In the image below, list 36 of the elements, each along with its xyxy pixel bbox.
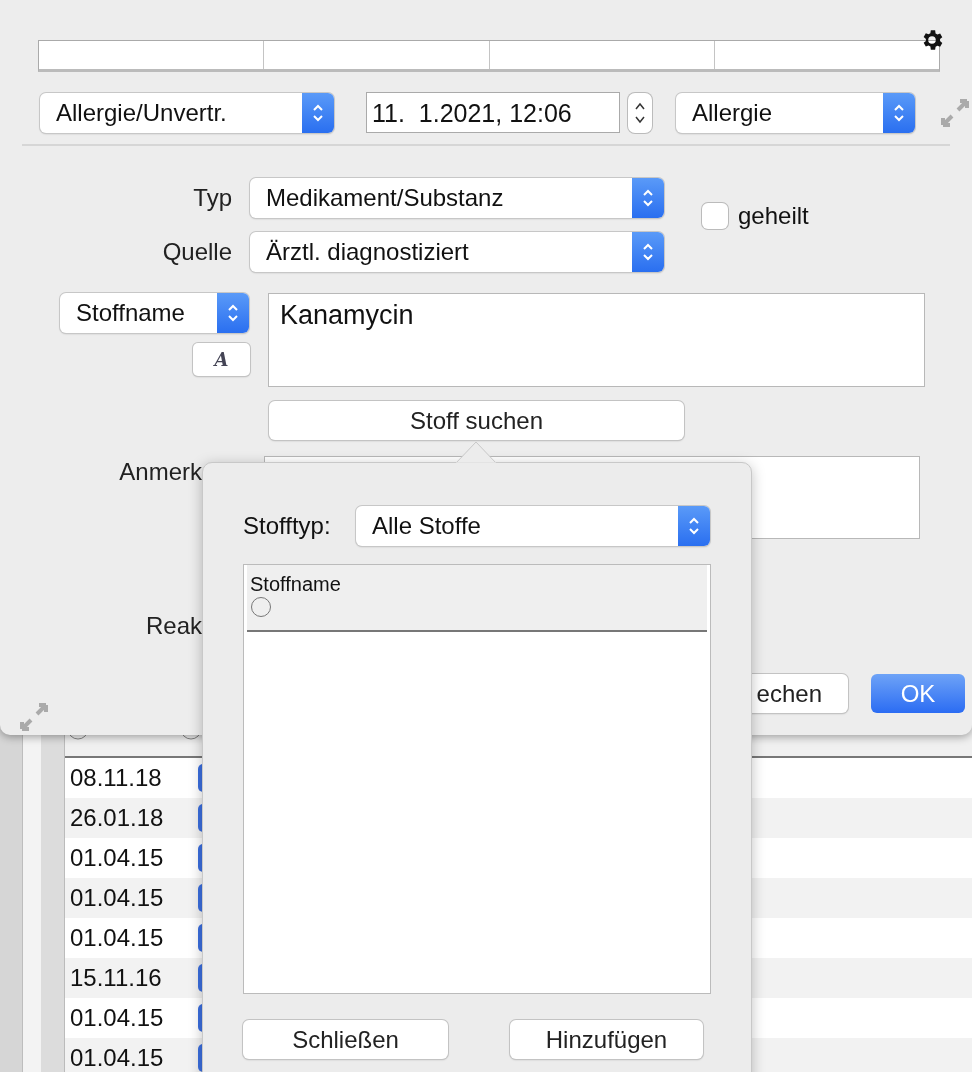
kind-select[interactable]: Allergie	[676, 92, 915, 133]
font-button[interactable]: A	[193, 343, 250, 376]
chevron-icon	[227, 302, 239, 324]
sort-icon[interactable]	[250, 596, 272, 618]
date-cell-text: 01.04.15	[70, 924, 165, 952]
popover-button[interactable]: Schließen	[243, 1020, 448, 1059]
substance-type-select[interactable]: Alle Stoffe	[356, 506, 710, 546]
checkbox[interactable]	[702, 203, 728, 229]
popover-button[interactable]: Hinzufügen	[510, 1020, 703, 1059]
field-label: Stofftyp:	[243, 512, 332, 540]
date-cell-text: 01.04.15	[70, 884, 165, 912]
source-select[interactable]: Ärztl. diagnostiziert	[250, 232, 664, 272]
chevron-icon	[642, 241, 654, 263]
substance-field[interactable]: Kanamycin	[268, 293, 925, 387]
field-label: Quelle	[161, 238, 233, 266]
resize-icon[interactable]	[940, 97, 970, 128]
field-label: Anmerk	[118, 457, 202, 487]
field-label: Reak	[144, 612, 202, 640]
type-select[interactable]: Medikament/Substanz	[250, 178, 664, 218]
stepper[interactable]	[628, 92, 652, 133]
date-cell-text: 15.11.16	[70, 964, 163, 992]
search-button[interactable]: Stoff suchen	[269, 401, 684, 440]
date-field[interactable]: 11. 1.2021, 12:06	[366, 92, 620, 133]
chevron-icon	[642, 187, 654, 209]
date-cell-text: 01.04.15	[70, 1004, 165, 1032]
chevron-icon	[688, 515, 700, 537]
date-cell-text: 08.11.18	[70, 764, 163, 792]
date-cell-text: 01.04.15	[70, 1044, 165, 1072]
column-header[interactable]: Stoffname	[250, 573, 341, 596]
checkbox-label: geheilt	[738, 202, 809, 230]
category-select[interactable]: Allergie/Unvertr.	[40, 92, 334, 133]
field-label: Typ	[192, 184, 233, 212]
resize-icon[interactable]	[19, 702, 49, 732]
date-cell-text: 01.04.15	[70, 844, 165, 872]
date-cell-text: 26.01.18	[70, 804, 165, 832]
name-mode-select[interactable]: Stoffname	[60, 293, 249, 333]
